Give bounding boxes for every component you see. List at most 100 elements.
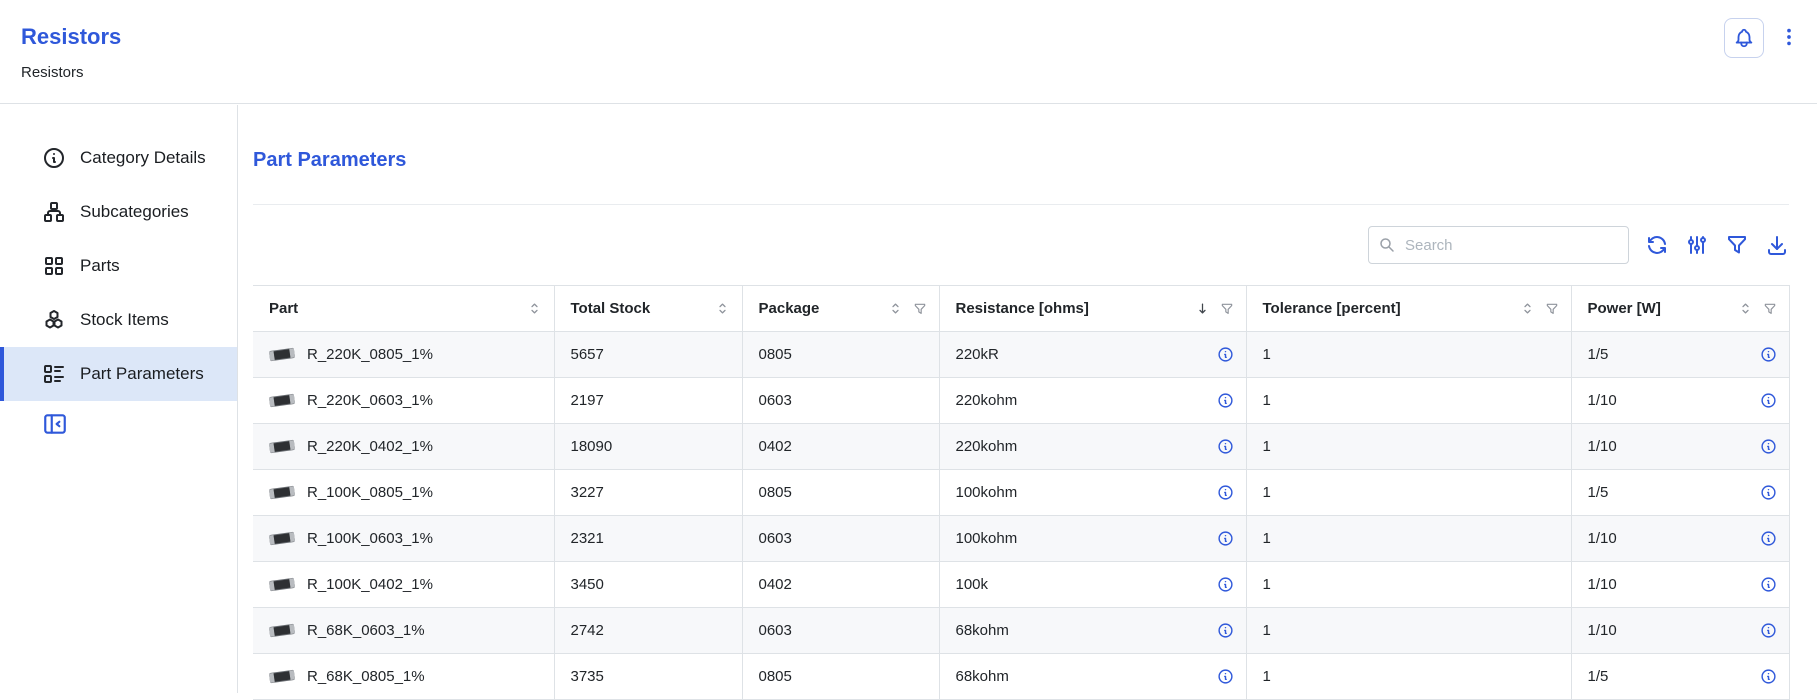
column-header-part: Part bbox=[253, 286, 554, 332]
refresh-button[interactable] bbox=[1645, 233, 1669, 257]
parameter-info-button[interactable] bbox=[1217, 346, 1234, 363]
part-cell: R_220K_0402_1% bbox=[253, 424, 554, 470]
download-icon bbox=[1765, 233, 1789, 257]
info-icon bbox=[1217, 668, 1234, 685]
search-input[interactable] bbox=[1368, 226, 1629, 264]
power-cell: 1/10 bbox=[1571, 424, 1789, 470]
sidebar-item-category-details[interactable]: Category Details bbox=[0, 131, 237, 185]
parameter-info-button[interactable] bbox=[1217, 622, 1234, 639]
column-filter-icon[interactable] bbox=[913, 302, 927, 316]
notifications-button[interactable] bbox=[1724, 18, 1764, 58]
resistance-cell: 68kohm bbox=[939, 608, 1246, 654]
sort-icon[interactable] bbox=[888, 301, 903, 316]
sidebar-item-label: Subcategories bbox=[80, 202, 189, 222]
tolerance-cell: 1 bbox=[1246, 332, 1571, 378]
resistance-value: 68kohm bbox=[956, 622, 1217, 639]
info-icon bbox=[1217, 392, 1234, 409]
sort-icon[interactable] bbox=[715, 301, 730, 316]
parameter-info-button[interactable] bbox=[1217, 668, 1234, 685]
sidebar-item-parts[interactable]: Parts bbox=[0, 239, 237, 293]
search-box bbox=[1368, 226, 1629, 264]
table-row[interactable]: R_100K_0805_1% 3227 0805 100kohm 1 1/5 bbox=[253, 470, 1789, 516]
resistance-cell: 100kohm bbox=[939, 470, 1246, 516]
table-row[interactable]: R_100K_0603_1% 2321 0603 100kohm 1 1/10 bbox=[253, 516, 1789, 562]
sidebar-item-part-parameters[interactable]: Part Parameters bbox=[0, 347, 237, 401]
column-filter-icon[interactable] bbox=[1763, 302, 1777, 316]
parameter-info-button[interactable] bbox=[1760, 622, 1777, 639]
total-stock-value: 3227 bbox=[571, 484, 604, 501]
resistance-cell: 220kR bbox=[939, 332, 1246, 378]
sidebar-item-label: Stock Items bbox=[80, 310, 169, 330]
tolerance-value: 1 bbox=[1263, 484, 1271, 501]
total-stock-value: 3450 bbox=[571, 576, 604, 593]
sort-icon[interactable] bbox=[1520, 301, 1535, 316]
parameter-info-button[interactable] bbox=[1217, 576, 1234, 593]
sort-icon[interactable] bbox=[527, 301, 542, 316]
resistance-value: 220kohm bbox=[956, 438, 1217, 455]
resistor-chip-icon bbox=[268, 529, 296, 547]
total-stock-value: 2197 bbox=[571, 392, 604, 409]
table-row[interactable]: R_68K_0603_1% 2742 0603 68kohm 1 1/10 bbox=[253, 608, 1789, 654]
table-row[interactable]: R_220K_0805_1% 5657 0805 220kR 1 1/5 bbox=[253, 332, 1789, 378]
column-header-package: Package bbox=[742, 286, 939, 332]
parameter-info-button[interactable] bbox=[1217, 530, 1234, 547]
info-icon bbox=[1217, 530, 1234, 547]
tolerance-cell: 1 bbox=[1246, 608, 1571, 654]
sidebar-item-label: Category Details bbox=[80, 148, 206, 168]
parameter-info-button[interactable] bbox=[1217, 392, 1234, 409]
sidebar-collapse-button[interactable] bbox=[42, 411, 68, 437]
power-cell: 1/5 bbox=[1571, 332, 1789, 378]
table-row[interactable]: R_220K_0603_1% 2197 0603 220kohm 1 1/10 bbox=[253, 378, 1789, 424]
info-icon bbox=[1217, 576, 1234, 593]
info-icon bbox=[1760, 530, 1777, 547]
filter-button[interactable] bbox=[1725, 233, 1749, 257]
parameter-info-button[interactable] bbox=[1760, 346, 1777, 363]
part-cell: R_68K_0603_1% bbox=[253, 608, 554, 654]
sort-icon[interactable] bbox=[1738, 301, 1753, 316]
packages-icon bbox=[42, 308, 66, 332]
part-name: R_68K_0805_1% bbox=[307, 668, 425, 685]
breadcrumb[interactable]: Resistors bbox=[21, 64, 84, 81]
part-thumbnail bbox=[268, 483, 296, 501]
page-header: Resistors Resistors bbox=[0, 0, 1817, 104]
download-button[interactable] bbox=[1765, 233, 1789, 257]
tolerance-value: 1 bbox=[1263, 438, 1271, 455]
sort-descending-icon[interactable] bbox=[1195, 301, 1210, 316]
parameter-info-button[interactable] bbox=[1760, 484, 1777, 501]
info-icon bbox=[1217, 622, 1234, 639]
parameter-info-button[interactable] bbox=[1760, 668, 1777, 685]
parameter-info-button[interactable] bbox=[1760, 438, 1777, 455]
parameter-info-button[interactable] bbox=[1760, 392, 1777, 409]
table-row[interactable]: R_100K_0402_1% 3450 0402 100k 1 1/10 bbox=[253, 562, 1789, 608]
tolerance-value: 1 bbox=[1263, 346, 1271, 363]
parameter-info-button[interactable] bbox=[1217, 438, 1234, 455]
package-value: 0805 bbox=[759, 484, 792, 501]
grid-icon bbox=[42, 254, 66, 278]
part-cell: R_100K_0402_1% bbox=[253, 562, 554, 608]
table-row[interactable]: R_220K_0402_1% 18090 0402 220kohm 1 1/10 bbox=[253, 424, 1789, 470]
part-name: R_68K_0603_1% bbox=[307, 622, 425, 639]
power-value: 1/5 bbox=[1588, 484, 1760, 501]
part-thumbnail bbox=[268, 621, 296, 639]
part-cell: R_100K_0603_1% bbox=[253, 516, 554, 562]
sidebar-item-subcategories[interactable]: Subcategories bbox=[0, 185, 237, 239]
resistor-chip-icon bbox=[268, 437, 296, 455]
total-stock-cell: 3450 bbox=[554, 562, 742, 608]
parameter-info-button[interactable] bbox=[1760, 576, 1777, 593]
sitemap-icon bbox=[42, 200, 66, 224]
overflow-menu-button[interactable] bbox=[1778, 26, 1800, 48]
parameter-info-button[interactable] bbox=[1760, 530, 1777, 547]
sidebar-item-stock-items[interactable]: Stock Items bbox=[0, 293, 237, 347]
sidebar-item-label: Part Parameters bbox=[80, 364, 204, 384]
parameter-info-button[interactable] bbox=[1217, 484, 1234, 501]
table-toolbar bbox=[253, 225, 1789, 265]
power-value: 1/10 bbox=[1588, 622, 1760, 639]
package-cell: 0603 bbox=[742, 378, 939, 424]
main-panel: Part Parameters Part bbox=[253, 105, 1789, 700]
column-settings-button[interactable] bbox=[1685, 233, 1709, 257]
resistor-chip-icon bbox=[268, 621, 296, 639]
column-filter-icon[interactable] bbox=[1545, 302, 1559, 316]
sidebar-collapse-icon bbox=[42, 411, 68, 437]
package-value: 0603 bbox=[759, 392, 792, 409]
column-filter-icon[interactable] bbox=[1220, 302, 1234, 316]
